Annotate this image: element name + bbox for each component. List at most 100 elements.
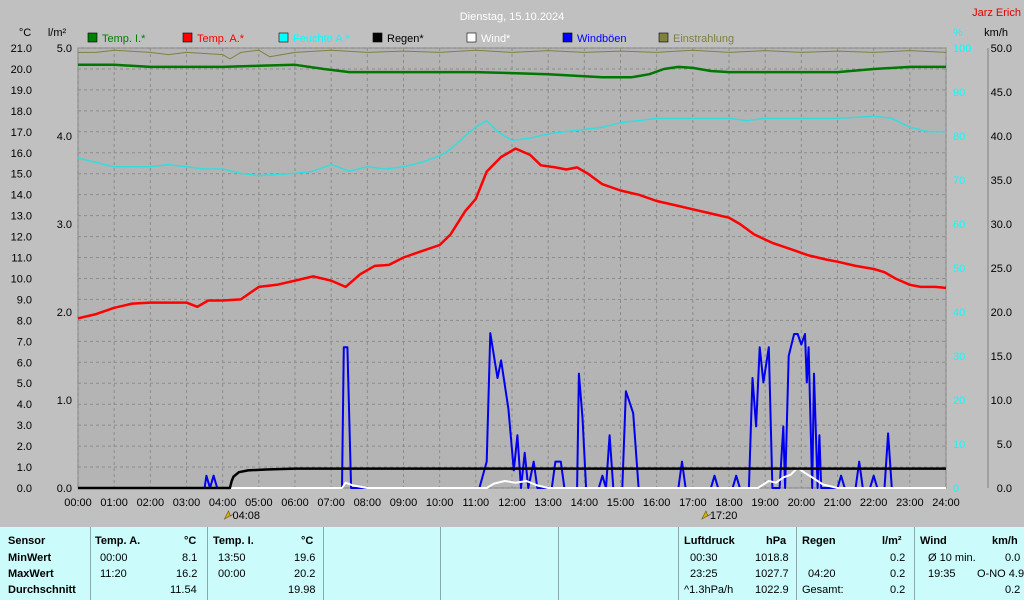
temp-tick-label: 8.0 — [17, 315, 32, 327]
x-tick-label: 08:00 — [354, 497, 382, 509]
temp-i-unit: °C — [301, 535, 314, 547]
temp-tick-label: 7.0 — [17, 336, 32, 348]
temp-a-min-val: 8.1 — [182, 552, 198, 564]
pressure-max-val: 1027.7 — [755, 568, 789, 580]
x-tick-label: 07:00 — [317, 497, 345, 509]
legend-swatch — [278, 32, 289, 43]
rain-tick-label: 0.0 — [57, 483, 72, 495]
rain-value-1: 0.2 — [890, 552, 906, 564]
wind-title: Wind — [920, 535, 947, 547]
rain-unit: l/m² — [882, 535, 902, 547]
x-tick-label: 00:00 — [64, 497, 92, 509]
temp-a-unit: °C — [184, 535, 197, 547]
temp-tick-label: 9.0 — [17, 294, 32, 306]
x-tick-label: 05:00 — [245, 497, 273, 509]
rain-title: Regen — [802, 535, 836, 547]
temp-i-avg: 19.98 — [288, 584, 316, 596]
rain-tick-label: 4.0 — [57, 131, 72, 143]
humidity-tick-label: 80 — [953, 131, 965, 143]
x-tick-label: 04:00 — [209, 497, 237, 509]
temp-tick-label: 11.0 — [11, 253, 32, 265]
temp-i-min-val: 19.6 — [294, 552, 316, 564]
x-tick-label: 11:00 — [462, 497, 489, 509]
weather-chart: 0.0 1.0 2.0 3.0 4.0 5.0 6.0 7.0 8.0 9.0 10.0 11.0 12… — [0, 0, 1024, 527]
humidity-tick-label: 50 — [953, 263, 965, 275]
x-tick-label: 12:00 — [498, 497, 526, 509]
unit-wind: km/h — [984, 27, 1008, 39]
temp-tick-label: 18.0 — [11, 106, 32, 118]
label-min: MinWert — [8, 552, 52, 564]
pressure-min-val: 1018.8 — [755, 552, 789, 564]
humidity-tick-label: 100 — [953, 43, 971, 55]
wind-tick-label: 5.0 — [997, 439, 1012, 451]
x-tick-label: 14:00 — [571, 497, 599, 509]
temp-i-min-time: 13:50 — [218, 552, 246, 564]
legend-item: Regen* — [387, 33, 424, 45]
unit-rain: l/m² — [48, 27, 67, 39]
temp-tick-label: 2.0 — [17, 441, 32, 453]
temp-tick-label: 13.0 — [11, 211, 32, 223]
x-tick-label: 23:00 — [896, 497, 924, 509]
rain-tick-label: 1.0 — [57, 395, 72, 407]
humidity-tick-label: 70 — [953, 175, 965, 187]
wind-tick-label: 15.0 — [991, 351, 1012, 363]
temp-tick-label: 19.0 — [11, 85, 32, 97]
wind-max-time: 19:35 — [928, 568, 956, 580]
x-tick-label: 24:00 — [932, 497, 960, 509]
wind-unit: km/h — [992, 535, 1018, 547]
rain-total: 0.2 — [890, 584, 906, 596]
temp-tick-label: 17.0 — [11, 127, 32, 139]
legend-item: Einstrahlung — [673, 33, 734, 45]
x-tick-label: 19:00 — [751, 497, 779, 509]
x-tick-label: 02:00 — [137, 497, 165, 509]
sunrise-label: 04:08 — [232, 510, 260, 522]
temp-a-min-time: 00:00 — [100, 552, 128, 564]
legend-swatch — [372, 32, 383, 43]
wind-tick-label: 45.0 — [991, 87, 1012, 99]
wind-tick-label: 40.0 — [991, 131, 1012, 143]
stats-panel: Sensor MinWert MaxWert Durchschnitt Temp… — [0, 527, 1024, 600]
sunset-label: 17:20 — [710, 510, 738, 522]
pressure-avg: 1022.9 — [755, 584, 789, 596]
wind-tick-label: 10.0 — [991, 395, 1012, 407]
temp-a-max-time: 11:20 — [100, 568, 127, 580]
wind-tick-label: 20.0 — [991, 307, 1012, 319]
legend-item: Wind* — [481, 33, 511, 45]
wind-max-val: O-NO 4.9 — [977, 568, 1024, 580]
humidity-tick-label: 60 — [953, 219, 965, 231]
temp-tick-label: 0.0 — [17, 483, 32, 495]
temp-tick-label: 6.0 — [17, 357, 32, 369]
x-tick-label: 10:00 — [426, 497, 454, 509]
temp-tick-label: 21.0 — [11, 43, 32, 55]
x-tick-label: 18:00 — [715, 497, 743, 509]
label-avg: Durchschnitt — [8, 584, 76, 596]
x-tick-label: 17:00 — [679, 497, 707, 509]
wind-avg-val: 0.0 — [1005, 552, 1021, 564]
x-tick-label: 09:00 — [390, 497, 418, 509]
pressure-max-time: 23:25 — [690, 568, 718, 580]
label-sensor: Sensor — [8, 535, 46, 547]
wind-tick-label: 50.0 — [991, 43, 1012, 55]
temp-tick-label: 20.0 — [11, 64, 32, 76]
x-tick-label: 16:00 — [643, 497, 671, 509]
pressure-title: Luftdruck — [684, 535, 735, 547]
chart-title: Dienstag, 15.10.2024 — [460, 11, 565, 23]
humidity-tick-label: 90 — [953, 87, 965, 99]
x-tick-label: 03:00 — [173, 497, 201, 509]
pressure-trend: ^1.3hPa/h — [684, 584, 734, 596]
legend-item: Feuchte A.* — [293, 33, 351, 45]
temp-tick-label: 12.0 — [11, 232, 32, 244]
humidity-tick-label: 20 — [953, 395, 965, 407]
legend-swatch — [182, 32, 193, 43]
temp-tick-label: 3.0 — [17, 420, 32, 432]
x-tick-label: 20:00 — [788, 497, 816, 509]
humidity-tick-label: 0 — [953, 483, 959, 495]
rain-tick-label: 5.0 — [57, 43, 72, 55]
humidity-tick-label: 30 — [953, 351, 965, 363]
unit-temp: °C — [19, 27, 31, 39]
pressure-min-time: 00:30 — [690, 552, 718, 564]
x-tick-label: 15:00 — [607, 497, 635, 509]
label-max: MaxWert — [8, 568, 54, 580]
temp-tick-label: 10.0 — [11, 273, 32, 285]
temp-tick-label: 16.0 — [11, 148, 32, 160]
